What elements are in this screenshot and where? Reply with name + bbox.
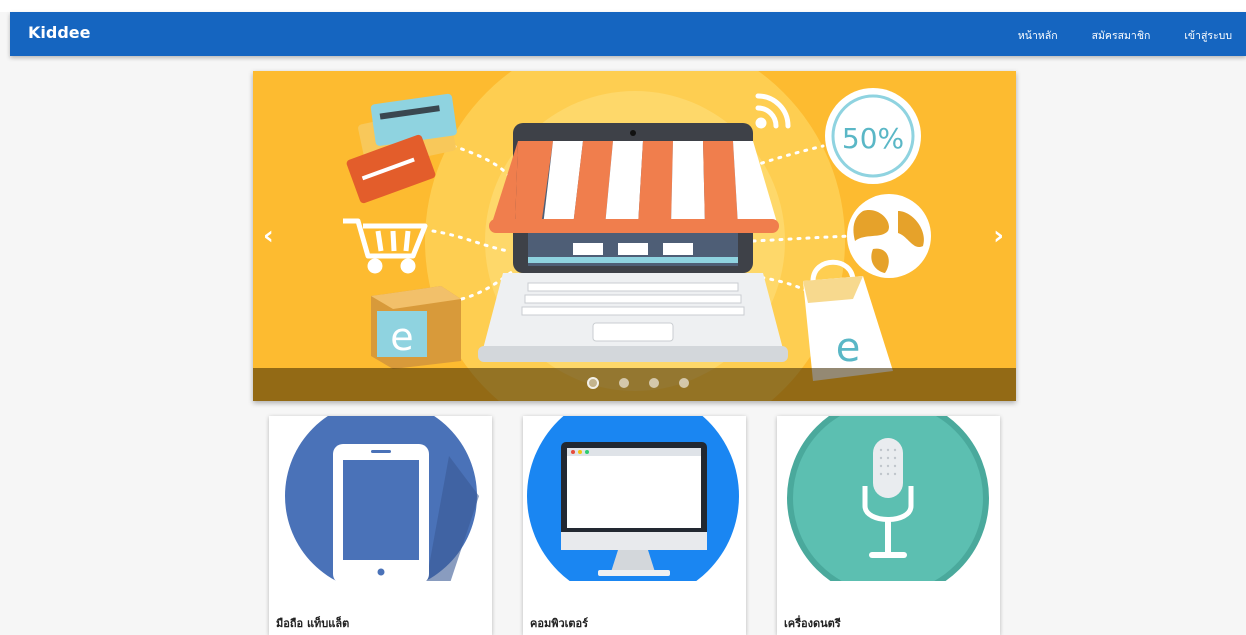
svg-text:50%: 50% — [842, 122, 904, 155]
shopping-cart-icon — [343, 218, 428, 274]
category-label: มือถือ แท็บแล็ต — [276, 617, 350, 630]
category-label: คอมพิวเตอร์ — [530, 617, 589, 630]
svg-text:e: e — [390, 315, 413, 359]
category-card-music-instruments[interactable]: เครื่องดนตรี — [777, 416, 1000, 635]
carousel-dot-2[interactable] — [619, 378, 629, 388]
chevron-right-icon: › — [993, 221, 1004, 251]
carousel-next-button[interactable]: › — [993, 221, 1004, 251]
nav-link-home[interactable]: หน้าหลัก — [1018, 27, 1058, 44]
nav-links: หน้าหลัก สมัครสมาชิก เข้าสู่ระบบ — [1018, 27, 1232, 44]
tablet-icon — [285, 416, 479, 581]
carousel-indicator-bar — [253, 368, 1016, 401]
brand-logo[interactable]: Kiddee — [28, 23, 91, 42]
svg-text:e: e — [836, 325, 861, 371]
carousel-prev-button[interactable]: ‹ — [263, 221, 274, 251]
nav-link-register[interactable]: สมัครสมาชิก — [1092, 27, 1151, 44]
category-label: เครื่องดนตรี — [784, 617, 841, 630]
hero-carousel: e 50% e ‹ › — [253, 71, 1016, 401]
carousel-dots — [587, 377, 689, 389]
category-card-mobile-tablet[interactable]: มือถือ แท็บแล็ต — [269, 416, 492, 635]
discount-badge-icon: 50% — [825, 88, 921, 184]
carousel-dot-1[interactable] — [587, 377, 599, 389]
laptop-store-icon — [478, 123, 788, 362]
package-box-icon: e — [371, 286, 461, 369]
navbar: Kiddee หน้าหลัก สมัครสมาชิก เข้าสู่ระบบ — [10, 12, 1246, 56]
carousel-dot-4[interactable] — [679, 378, 689, 388]
shopping-bag-icon: e — [803, 259, 893, 381]
nav-link-login[interactable]: เข้าสู่ระบบ — [1184, 27, 1232, 44]
top-strip — [0, 0, 1246, 12]
ecommerce-illustration: e 50% e — [343, 71, 931, 401]
microphone-icon — [787, 416, 989, 581]
carousel-dot-3[interactable] — [649, 378, 659, 388]
category-card-computer[interactable]: คอมพิวเตอร์ — [523, 416, 746, 635]
globe-icon — [847, 194, 931, 278]
computer-monitor-icon — [527, 416, 739, 581]
chevron-left-icon: ‹ — [263, 221, 274, 251]
